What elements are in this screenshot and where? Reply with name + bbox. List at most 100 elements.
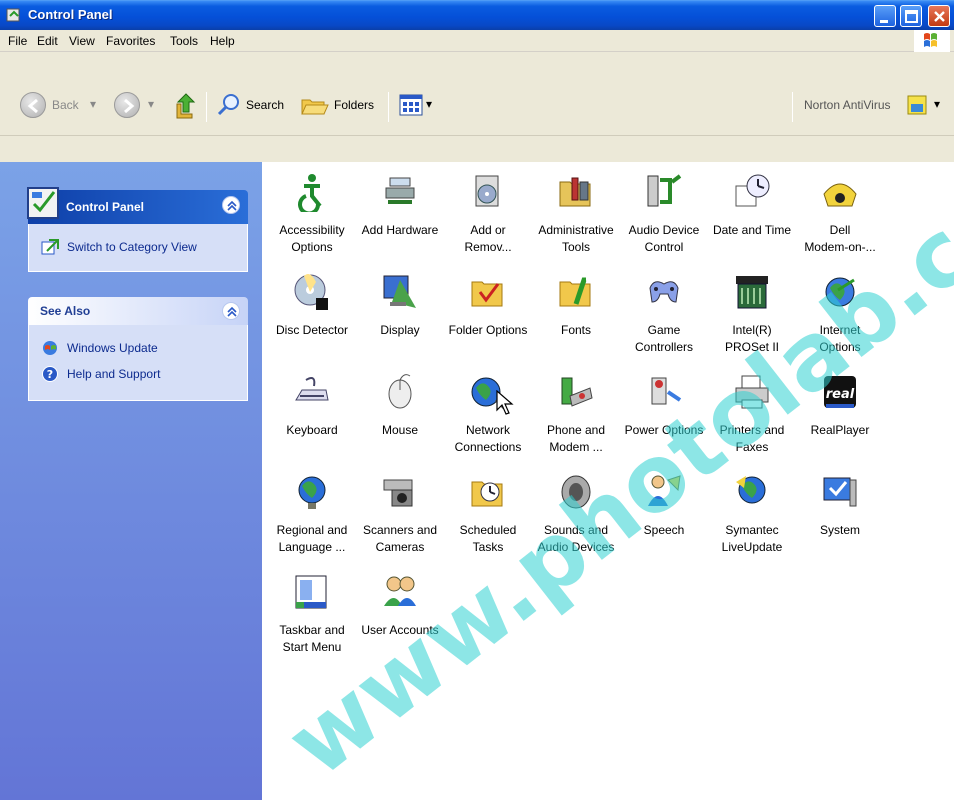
help-icon: ?: [42, 366, 58, 382]
switch-view-icon: [41, 239, 59, 255]
menu-file[interactable]: File: [8, 34, 27, 48]
add-remove-programs-icon: [475, 175, 499, 207]
search-icon: [217, 94, 239, 116]
power-options-icon: [651, 377, 682, 405]
control-panel-item[interactable]: Scheduled Tasks: [444, 466, 532, 566]
control-panel-header[interactable]: Control Panel: [27, 187, 248, 224]
internet-options-icon: [825, 277, 855, 307]
control-panel-item[interactable]: Symantec LiveUpdate: [708, 466, 796, 566]
see-also-header[interactable]: See Also: [28, 297, 248, 325]
menu-view[interactable]: View: [69, 34, 95, 48]
user-accounts-icon: [384, 576, 416, 606]
control-panel-icon: [6, 8, 20, 22]
item-label: Scanners and Cameras: [362, 523, 438, 554]
control-panel-item[interactable]: System: [796, 466, 884, 566]
control-panel-item[interactable]: Folder Options: [444, 266, 532, 366]
item-label: Keyboard: [286, 423, 338, 437]
see-also-heading: See Also: [40, 304, 91, 318]
views-icon[interactable]: [398, 92, 424, 118]
menu-bar: File Edit View Favorites Tools Help: [0, 30, 954, 52]
control-panel-item[interactable]: Internet Options: [796, 266, 884, 366]
folders-button[interactable]: Folders: [334, 98, 374, 112]
control-panel-item[interactable]: Add or Remov...: [444, 166, 532, 266]
control-panel-item[interactable]: Audio Device Control: [620, 166, 708, 266]
close-icon: [934, 11, 945, 22]
norton-antivirus-icon[interactable]: [906, 94, 928, 116]
scheduled-tasks-icon: [471, 481, 503, 507]
control-panel-item[interactable]: Administrative Tools: [532, 166, 620, 266]
up-folder-icon[interactable]: [172, 90, 200, 120]
search-button[interactable]: Search: [246, 98, 284, 112]
control-panel-item[interactable]: Taskbar and Start Menu: [268, 566, 356, 666]
control-panel-body: Switch to Category View: [28, 224, 248, 272]
control-panel-item[interactable]: User Accounts: [356, 566, 444, 666]
title-bar[interactable]: Control Panel: [0, 0, 954, 30]
control-panel-item[interactable]: Power Options: [620, 366, 708, 466]
minimize-icon: [880, 20, 888, 23]
back-button[interactable]: [20, 92, 46, 118]
folders-icon: [301, 99, 329, 115]
folder-options-icon: [471, 281, 503, 307]
control-panel-item[interactable]: Display: [356, 266, 444, 366]
control-panel-item[interactable]: Disc Detector: [268, 266, 356, 366]
minimize-button[interactable]: [874, 5, 896, 27]
item-label: Date and Time: [712, 223, 792, 237]
menu-help[interactable]: Help: [210, 34, 235, 48]
maximize-button[interactable]: [900, 5, 922, 27]
collapse-control-panel-button[interactable]: [222, 196, 240, 214]
control-panel-item[interactable]: Date and Time: [708, 166, 796, 266]
control-panel-item[interactable]: Keyboard: [268, 366, 356, 466]
menu-favorites[interactable]: Favorites: [106, 34, 155, 48]
menu-edit[interactable]: Edit: [37, 34, 58, 48]
switch-category-view-link[interactable]: Switch to Category View: [41, 238, 197, 256]
control-panel-item[interactable]: real RealPlayer: [796, 366, 884, 466]
control-panel-item[interactable]: Network Connections: [444, 366, 532, 466]
date-time-icon: [735, 174, 770, 207]
forward-button[interactable]: [114, 92, 140, 118]
see-also-body: Windows Update ? Help and Support: [28, 325, 248, 401]
item-label: Fonts: [560, 323, 591, 337]
live-update-icon: [736, 476, 766, 504]
printer-icon: [735, 375, 769, 409]
windows-logo: [914, 30, 950, 52]
item-label: Network Connections: [454, 423, 522, 454]
control-panel-item[interactable]: Regional and Language ...: [268, 466, 356, 566]
control-panel-item[interactable]: Phone and Modem ...: [532, 366, 620, 466]
menu-tools[interactable]: Tools: [170, 34, 198, 48]
control-panel-item[interactable]: Printers and Faxes: [708, 366, 796, 466]
control-panel-item[interactable]: Scanners and Cameras: [356, 466, 444, 566]
fonts-folder-icon: [559, 277, 591, 307]
control-panel-item[interactable]: Sounds and Audio Devices: [532, 466, 620, 566]
item-label: RealPlayer: [810, 423, 870, 437]
intel-proset-icon: [736, 276, 768, 309]
norton-antivirus-label[interactable]: Norton AntiVirus: [804, 98, 891, 112]
control-panel-item[interactable]: Intel(R) PROSet II: [708, 266, 796, 366]
modem-phone-icon: [823, 183, 857, 207]
control-panel-item[interactable]: Game Controllers: [620, 266, 708, 366]
mouse-pointer-icon: [496, 390, 514, 415]
control-panel-item[interactable]: Add Hardware: [356, 166, 444, 266]
control-panel-item[interactable]: Fonts: [532, 266, 620, 366]
forward-dropdown-icon[interactable]: ▾: [148, 97, 154, 111]
collapse-see-also-button[interactable]: [222, 302, 240, 320]
control-panel-item[interactable]: Speech: [620, 466, 708, 566]
item-label: Intel(R) PROSet II: [724, 323, 780, 354]
speech-icon: [648, 475, 681, 506]
norton-dropdown-icon[interactable]: ▾: [934, 97, 940, 111]
control-panel-item[interactable]: Dell Modem-on-...: [796, 166, 884, 266]
item-label: Symantec LiveUpdate: [721, 523, 783, 554]
item-label: Accessibility Options: [279, 223, 345, 254]
windows-update-icon: [43, 341, 57, 355]
toolbar: Back ▾ ▾ Search Folders ▾ Norton AntiVir…: [0, 52, 954, 162]
close-button[interactable]: [928, 5, 950, 27]
back-dropdown-icon[interactable]: ▾: [90, 97, 96, 111]
item-label: Add or Remov...: [464, 223, 512, 254]
control-panel-item[interactable]: Mouse: [356, 366, 444, 466]
svg-text:real: real: [826, 387, 855, 402]
views-dropdown-icon[interactable]: ▾: [426, 97, 432, 111]
item-label: Folder Options: [448, 323, 528, 337]
control-panel-item[interactable]: Accessibility Options: [268, 166, 356, 266]
help-and-support-link[interactable]: ? Help and Support: [41, 365, 160, 383]
windows-update-link[interactable]: Windows Update: [41, 339, 158, 357]
switch-category-view-label: Switch to Category View: [67, 240, 197, 254]
